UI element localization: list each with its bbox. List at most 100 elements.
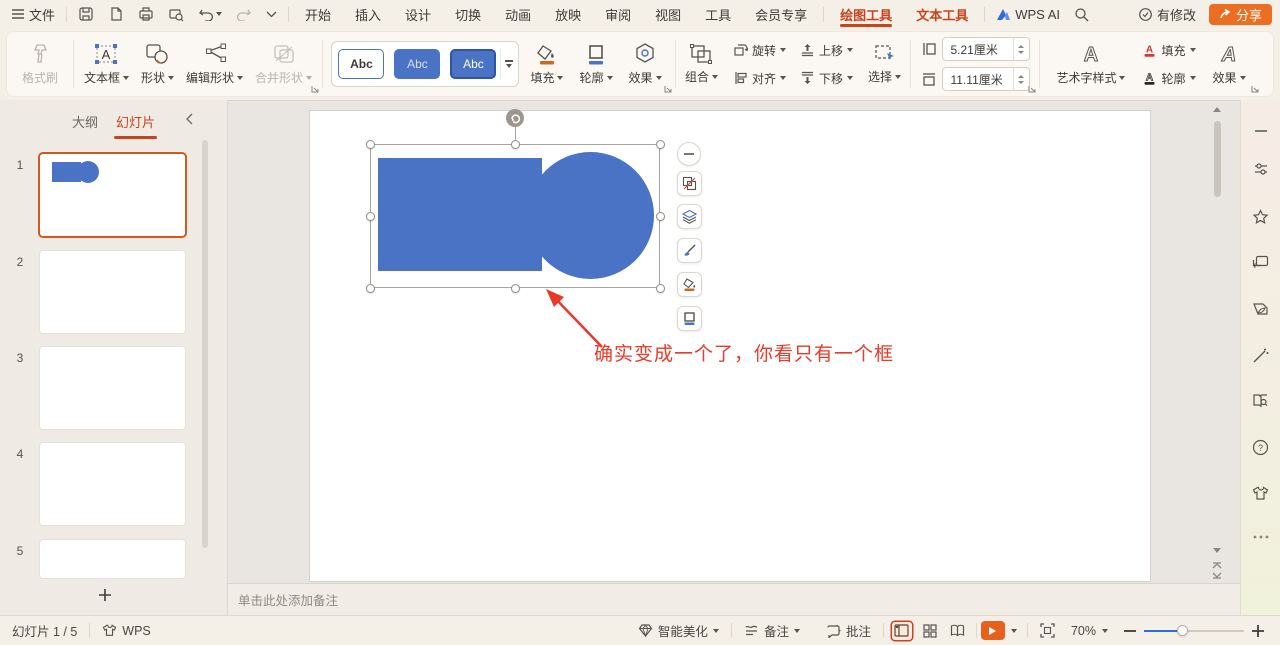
shape-outline-button[interactable]: 轮廓 — [574, 35, 617, 93]
scroll-up-icon[interactable] — [1213, 107, 1221, 112]
slide-thumbnail-1-selected[interactable] — [40, 154, 185, 236]
canvas-scrollbar-thumb[interactable] — [1214, 121, 1221, 197]
tab-member[interactable]: 会员专享 — [743, 0, 819, 28]
comments-button[interactable]: 批注 — [818, 616, 879, 645]
slide-thumbnail-4[interactable] — [40, 443, 185, 525]
zoom-slider-knob[interactable] — [1177, 624, 1188, 636]
fit-slide-button[interactable] — [1032, 616, 1063, 645]
effects-star-button[interactable] — [1248, 204, 1274, 230]
tab-view[interactable]: 视图 — [643, 0, 693, 28]
tab-design[interactable]: 设计 — [393, 0, 443, 28]
outline-color-button[interactable] — [677, 306, 702, 331]
text-box-button[interactable]: A 文本框 — [79, 35, 134, 93]
rotate-handle[interactable] — [506, 109, 524, 127]
skin-settings-button[interactable] — [1248, 480, 1274, 506]
width-value[interactable]: 11.11厘米 — [943, 71, 1013, 88]
shape-style-option-2[interactable]: Abc — [394, 49, 441, 79]
ungroup-button[interactable] — [677, 171, 702, 196]
shape-style-option-3-selected[interactable]: Abc — [450, 49, 497, 79]
undo-dropdown-arrow[interactable] — [216, 12, 223, 16]
slide-thumbnail-5[interactable] — [40, 540, 185, 578]
bring-forward-button[interactable]: 上移 — [796, 38, 857, 62]
slide-thumbnail-2[interactable] — [40, 251, 185, 333]
tab-insert[interactable]: 插入 — [343, 0, 393, 28]
align-button[interactable]: 对齐 — [729, 66, 790, 90]
search-button[interactable] — [1067, 0, 1096, 28]
tab-slideshow[interactable]: 放映 — [543, 0, 593, 28]
wps-ai-button[interactable]: WPS AI — [989, 0, 1067, 28]
selection-handle[interactable] — [511, 284, 520, 293]
slide-sorter-view-button[interactable] — [920, 622, 940, 640]
zoom-slider[interactable] — [1144, 624, 1244, 636]
quick-access-dropdown[interactable] — [259, 0, 284, 28]
previous-slide-icon[interactable] — [1212, 559, 1222, 569]
outline-tab[interactable]: 大纲 — [70, 108, 100, 135]
save-button[interactable] — [71, 0, 101, 28]
collapse-panel-button[interactable] — [183, 112, 199, 128]
print-button[interactable] — [131, 0, 161, 28]
research-pane-button[interactable] — [1248, 388, 1274, 414]
dialog-launcher-icon[interactable] — [1028, 85, 1036, 93]
fill-color-button[interactable] — [677, 272, 702, 297]
more-options-button[interactable] — [1248, 524, 1274, 550]
notes-bar[interactable]: 单击此处添加备注 — [228, 583, 1240, 615]
tab-text-tools[interactable]: 文本工具 — [904, 0, 980, 28]
smart-beautify-button[interactable]: 智能美化 — [630, 616, 727, 645]
select-button[interactable]: 选择 — [863, 35, 906, 93]
tab-review[interactable]: 审阅 — [593, 0, 643, 28]
normal-view-button[interactable] — [891, 621, 912, 640]
reading-view-button[interactable] — [948, 622, 968, 640]
magic-wand-button[interactable] — [1248, 342, 1274, 368]
collapse-toolbar-button[interactable] — [677, 142, 701, 166]
share-button[interactable]: 分享 — [1208, 3, 1272, 25]
tab-tools[interactable]: 工具 — [693, 0, 743, 28]
format-painter-button[interactable]: 格式刷 — [17, 35, 63, 93]
tab-animation[interactable]: 动画 — [493, 0, 543, 28]
print-preview-button[interactable] — [161, 0, 191, 28]
text-outline-button[interactable]: A 轮廓 — [1138, 66, 1199, 90]
send-backward-button[interactable]: 下移 — [796, 66, 857, 90]
selection-bounding-box[interactable] — [370, 144, 660, 288]
zoom-out-button[interactable] — [1116, 616, 1144, 645]
slideshow-play-button[interactable] — [980, 621, 1005, 640]
height-input[interactable]: 5.21厘米 — [941, 37, 1030, 61]
dialog-launcher-icon[interactable] — [664, 85, 672, 93]
height-stepper[interactable] — [1012, 38, 1029, 60]
width-stepper[interactable] — [1012, 68, 1029, 90]
slide-thumbnail-3[interactable] — [40, 347, 185, 429]
dialog-launcher-icon[interactable] — [311, 85, 319, 93]
scroll-down-icon[interactable] — [1213, 548, 1221, 553]
wps-skin-button[interactable]: WPS — [94, 616, 158, 645]
layer-order-button[interactable] — [677, 204, 702, 229]
export-button[interactable] — [101, 0, 131, 28]
text-fill-button[interactable]: A 填充 — [1138, 38, 1199, 62]
shapes-button[interactable]: 形状 — [136, 35, 179, 93]
design-tools-button[interactable] — [1248, 296, 1274, 322]
tab-home[interactable]: 开始 — [293, 0, 343, 28]
selection-handle[interactable] — [366, 212, 375, 221]
add-slide-button[interactable] — [90, 582, 120, 608]
merge-shapes-button[interactable]: 合并形状 — [250, 35, 317, 93]
tab-transition[interactable]: 切换 — [443, 0, 493, 28]
gallery-expand-button[interactable] — [500, 49, 516, 79]
text-effects-button[interactable]: A 效果 — [1208, 35, 1251, 93]
play-options-dropdown[interactable] — [1005, 616, 1023, 645]
selection-handle[interactable] — [656, 140, 665, 149]
modified-status[interactable]: 有修改 — [1131, 0, 1203, 28]
object-properties-button[interactable] — [1248, 156, 1274, 182]
shape-style-option-1[interactable]: Abc — [338, 49, 385, 79]
file-menu-button[interactable]: 文件 — [4, 0, 62, 28]
slide-panel-scrollbar[interactable] — [202, 140, 208, 548]
shape-fill-button[interactable]: 填充 — [525, 35, 568, 93]
tab-drawing-tools[interactable]: 绘图工具 — [828, 0, 904, 28]
help-button[interactable]: ? — [1248, 434, 1274, 460]
canvas-scrollbar[interactable] — [1212, 101, 1223, 584]
width-input[interactable]: 11.11厘米 — [941, 67, 1030, 91]
shape-effects-button[interactable]: 效果 — [624, 35, 667, 93]
wordart-styles-button[interactable]: A 艺术字样式 — [1051, 35, 1130, 93]
dialog-launcher-icon[interactable] — [1251, 85, 1259, 93]
height-value[interactable]: 5.21厘米 — [943, 41, 1013, 58]
collapse-sidebar-button[interactable] — [1248, 118, 1274, 144]
notes-button[interactable]: 备注 — [736, 616, 808, 645]
group-button[interactable]: 组合 — [680, 35, 723, 93]
